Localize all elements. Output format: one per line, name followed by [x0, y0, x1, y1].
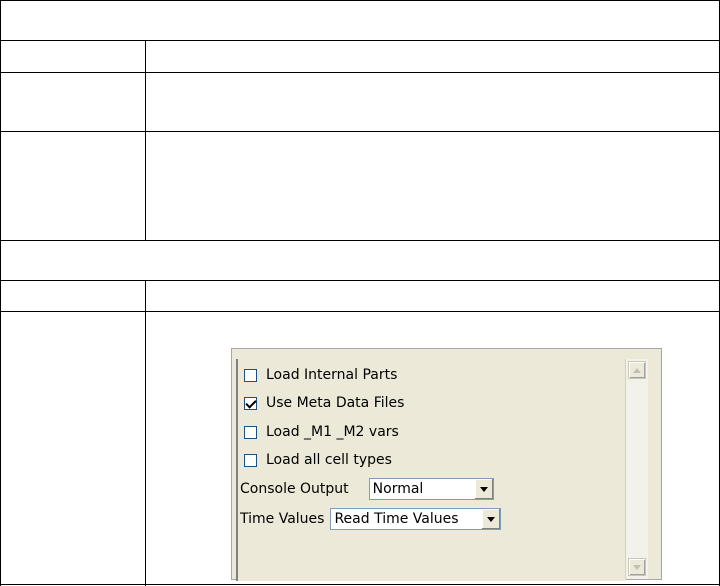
- table-border-left: [0, 0, 1, 586]
- load-all-cell-types-checkbox[interactable]: [244, 453, 257, 467]
- console-output-select[interactable]: Normal: [368, 478, 494, 500]
- time-values-value: Read Time Values: [334, 511, 459, 527]
- checkbox-label: Load all cell types: [266, 452, 392, 468]
- column-divider: [145, 280, 146, 586]
- arrow-up-icon: [633, 367, 641, 373]
- time-values-row: Time Values Read Time Values: [240, 507, 502, 531]
- use-meta-data-files-checkbox[interactable]: [244, 396, 257, 410]
- table-border-top: [0, 0, 720, 1]
- options-list: Load Internal Parts Use Meta Data Files …: [236, 359, 626, 581]
- vertical-scrollbar[interactable]: [625, 359, 648, 579]
- chevron-down-icon: [487, 516, 496, 522]
- row-divider: [0, 40, 720, 41]
- row-divider: [0, 311, 720, 312]
- row-divider: [0, 72, 720, 73]
- scroll-down-button[interactable]: [628, 558, 646, 576]
- console-output-label: Console Output: [240, 481, 349, 497]
- load-m1-m2-vars-option[interactable]: Load _M1 _M2 vars: [244, 422, 399, 442]
- load-internal-parts-checkbox[interactable]: [244, 368, 257, 382]
- dropdown-button[interactable]: [481, 509, 501, 529]
- load-m1-m2-vars-checkbox[interactable]: [244, 425, 257, 439]
- dropdown-button[interactable]: [473, 479, 493, 499]
- row-divider: [0, 280, 720, 281]
- table-border-bottom: [0, 584, 720, 585]
- load-internal-parts-option[interactable]: Load Internal Parts: [244, 365, 397, 385]
- column-divider: [145, 40, 146, 241]
- checkbox-label: Load Internal Parts: [266, 367, 398, 383]
- time-values-label: Time Values: [240, 511, 325, 527]
- console-output-row: Console Output Normal: [240, 477, 494, 501]
- scroll-up-button[interactable]: [628, 361, 646, 379]
- use-meta-data-files-option[interactable]: Use Meta Data Files: [244, 393, 404, 413]
- checkbox-label: Use Meta Data Files: [266, 395, 405, 411]
- time-values-select[interactable]: Read Time Values: [330, 508, 502, 530]
- arrow-down-icon: [633, 564, 641, 570]
- row-divider: [0, 131, 720, 132]
- reader-options-panel: Load Internal Parts Use Meta Data Files …: [231, 348, 662, 581]
- load-all-cell-types-option[interactable]: Load all cell types: [244, 450, 392, 470]
- checkbox-label: Load _M1 _M2 vars: [266, 424, 399, 440]
- console-output-value: Normal: [372, 481, 424, 497]
- row-divider: [0, 240, 720, 241]
- chevron-down-icon: [479, 486, 488, 492]
